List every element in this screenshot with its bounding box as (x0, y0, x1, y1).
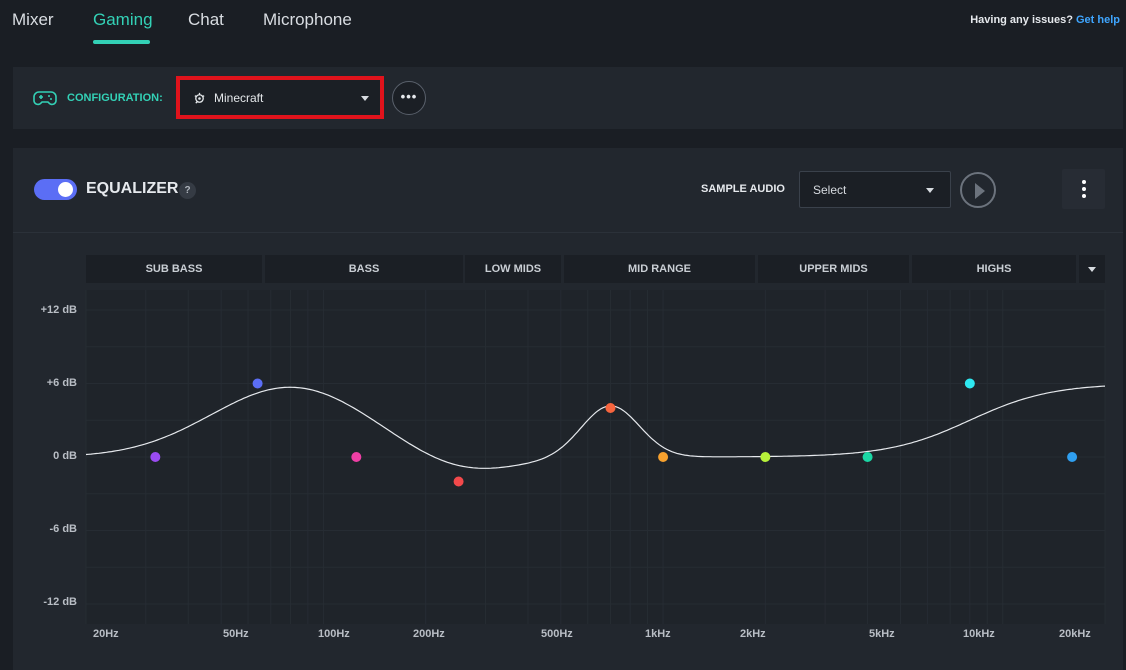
tab-chat[interactable]: Chat (188, 10, 224, 30)
eq-band-handle[interactable] (150, 452, 161, 462)
eq-band-handle[interactable] (1067, 452, 1078, 462)
x-label: 20kHz (1059, 628, 1091, 640)
equalizer-toggle[interactable] (34, 179, 77, 200)
x-label: 10kHz (963, 628, 995, 640)
tab-mixer[interactable]: Mixer (12, 10, 54, 30)
configuration-select[interactable]: Minecraft (176, 76, 384, 119)
play-button[interactable] (960, 172, 996, 208)
tab-gaming[interactable]: Gaming (93, 10, 153, 30)
equalizer-graph[interactable] (13, 290, 1123, 670)
eq-band-handle[interactable] (453, 476, 464, 487)
steelseries-logo-icon (194, 92, 205, 104)
x-label: 100Hz (318, 628, 350, 640)
eq-band-handle[interactable] (351, 452, 362, 462)
help-prompt: Having any issues? Get help (970, 14, 1120, 26)
x-label: 20Hz (93, 628, 119, 640)
eq-band-handle[interactable] (252, 378, 263, 389)
divider (13, 232, 1123, 233)
toggle-knob (58, 182, 73, 197)
y-label: +6 dB (46, 377, 77, 389)
band-upper-mids[interactable]: UPPER MIDS (758, 255, 909, 283)
band-mid-range[interactable]: MID RANGE (564, 255, 755, 283)
x-label: 2kHz (740, 628, 766, 640)
eq-band-handle[interactable] (760, 452, 771, 462)
play-icon (975, 183, 985, 199)
band-bass[interactable]: BASS (265, 255, 463, 283)
x-label: 5kHz (869, 628, 895, 640)
band-highs[interactable]: HIGHS (912, 255, 1076, 283)
y-label: +12 dB (40, 304, 77, 316)
y-label: 0 dB (53, 450, 77, 462)
y-label: -12 dB (43, 596, 77, 608)
help-icon[interactable]: ? (179, 182, 196, 199)
kebab-dot (1082, 194, 1086, 198)
help-text: Having any issues? (970, 14, 1073, 26)
eq-band-handle[interactable] (964, 378, 975, 389)
sample-audio-label: SAMPLE AUDIO (701, 183, 785, 195)
configuration-bar: CONFIGURATION: Minecraft ••• (13, 67, 1123, 129)
bands-dropdown[interactable] (1079, 255, 1105, 283)
get-help-link[interactable]: Get help (1076, 14, 1120, 26)
eq-band-handle[interactable] (862, 452, 873, 462)
equalizer-title: EQUALIZER (86, 180, 179, 197)
chevron-down-icon (926, 188, 934, 193)
eq-band-handle[interactable] (605, 403, 616, 413)
gamepad-icon (33, 91, 57, 106)
more-options-button[interactable]: ••• (392, 81, 426, 115)
chevron-down-icon (361, 96, 369, 101)
kebab-dot (1082, 180, 1086, 184)
top-nav: Mixer Gaming Chat Microphone Having any … (0, 0, 1126, 50)
band-sub-bass[interactable]: SUB BASS (86, 255, 262, 283)
band-low-mids[interactable]: LOW MIDS (465, 255, 561, 283)
sample-audio-value: Select (813, 183, 847, 197)
x-label: 200Hz (413, 628, 445, 640)
configuration-selected-value: Minecraft (214, 91, 264, 105)
x-label: 50Hz (223, 628, 249, 640)
kebab-dot (1082, 187, 1086, 191)
eq-band-handle[interactable] (658, 452, 669, 462)
x-label: 500Hz (541, 628, 573, 640)
active-tab-indicator (93, 40, 150, 44)
equalizer-menu-button[interactable] (1062, 169, 1105, 209)
configuration-label: CONFIGURATION: (67, 92, 163, 104)
sample-audio-select[interactable]: Select (799, 171, 951, 208)
chevron-down-icon (1088, 267, 1096, 272)
y-label: -6 dB (49, 523, 78, 535)
tab-microphone[interactable]: Microphone (263, 10, 352, 30)
x-label: 1kHz (645, 628, 671, 640)
